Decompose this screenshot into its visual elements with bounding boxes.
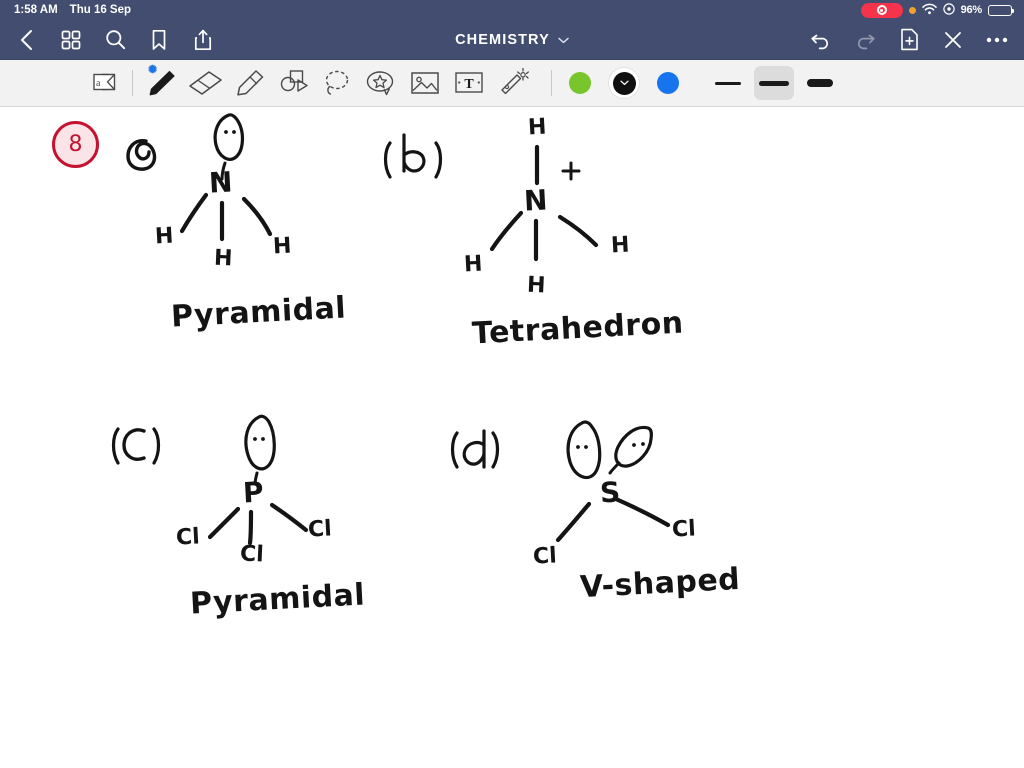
atom-label-b-h-right: H	[610, 232, 631, 259]
atom-label-b-center: N	[523, 183, 549, 218]
grid-icon[interactable]	[58, 27, 84, 53]
nav-bar-right-group	[808, 27, 1010, 53]
page-title[interactable]: CHEMISTRY	[455, 32, 550, 48]
record-ring-icon	[876, 5, 887, 15]
redo-icon[interactable]	[852, 27, 878, 53]
atom-label-a-h3: H	[272, 233, 293, 260]
image-tool[interactable]	[403, 61, 447, 105]
color-black[interactable]	[602, 61, 646, 105]
close-icon[interactable]	[940, 27, 966, 53]
atom-label-b-h-bottom: H	[526, 272, 546, 299]
atom-label-c-cl2: Cl	[239, 541, 265, 568]
eraser-tool[interactable]	[183, 61, 227, 105]
more-icon[interactable]	[984, 27, 1010, 53]
pen-tool[interactable]: ✺	[139, 61, 183, 105]
atom-label-a-h1: H	[154, 223, 175, 250]
chevron-down-icon[interactable]	[558, 31, 569, 49]
atom-label-c-cl3: Cl	[307, 516, 333, 543]
status-bar-left: 1:58 AM Thu 16 Sep	[8, 4, 131, 16]
nav-bar: CHEMISTRY	[0, 20, 1024, 60]
sticker-tool[interactable]	[359, 61, 403, 105]
status-date: Thu 16 Sep	[69, 4, 132, 16]
chevron-down-icon	[619, 80, 629, 86]
add-page-icon[interactable]	[896, 27, 922, 53]
atom-label-d-cl2: Cl	[671, 516, 697, 543]
bookmark-icon[interactable]	[146, 27, 172, 53]
atom-label-b-h-top: H	[527, 114, 548, 141]
drawing-toolbar: a ✺ T	[0, 60, 1024, 107]
undo-icon[interactable]	[808, 27, 834, 53]
shape-label-d: V-shaped	[579, 561, 742, 606]
atom-label-c-center: P	[242, 475, 265, 510]
notes-canvas[interactable]: 8 N H H H Pyramidal H N H H H Tetrahedro…	[0, 107, 1024, 768]
highlighter-tool[interactable]	[227, 61, 271, 105]
back-chevron-icon[interactable]	[14, 27, 40, 53]
stroke-medium[interactable]	[754, 66, 794, 100]
wifi-icon	[921, 3, 937, 18]
atom-label-d-cl1: Cl	[532, 543, 558, 570]
status-bar-right: 96%	[860, 2, 1016, 18]
shape-label-a: Pyramidal	[170, 290, 347, 335]
atom-label-a-center: N	[208, 165, 234, 200]
svg-text:a: a	[96, 78, 101, 89]
search-icon[interactable]	[102, 27, 128, 53]
color-green[interactable]	[558, 61, 602, 105]
bluetooth-icon: ✺	[148, 64, 158, 76]
handwriting-ink-layer	[111, 113, 671, 546]
share-icon[interactable]	[190, 27, 216, 53]
color-black-selected-ring	[609, 68, 639, 98]
battery-icon	[988, 4, 1014, 16]
lasso-tool[interactable]	[315, 61, 359, 105]
stroke-thick[interactable]	[800, 66, 840, 100]
battery-percent-label: 96%	[960, 4, 983, 16]
atom-label-b-h-left: H	[463, 251, 484, 278]
shapes-tool[interactable]	[271, 61, 315, 105]
atom-label-d-center: S	[599, 475, 621, 510]
nav-bar-left-group	[14, 27, 216, 53]
status-time: 1:58 AM	[14, 4, 58, 16]
atom-label-a-h2: H	[213, 245, 233, 272]
magic-wand-tool[interactable]	[491, 61, 535, 105]
notes-app-window: 1:58 AM Thu 16 Sep 96% CHEMISTRY a ✺ T 8…	[0, 0, 1024, 768]
color-blue[interactable]	[646, 61, 690, 105]
stroke-thin[interactable]	[708, 66, 748, 100]
screen-recording-indicator[interactable]	[860, 2, 903, 18]
orange-privacy-dot-icon	[908, 6, 916, 14]
text-box-tool[interactable]: T	[447, 61, 491, 105]
toolbar-separator	[132, 70, 133, 96]
shape-label-c-text: Pyramidal	[189, 577, 366, 622]
page-layers-tool[interactable]: a	[82, 61, 126, 105]
status-bar: 1:58 AM Thu 16 Sep 96%	[0, 0, 1024, 20]
location-icon	[942, 2, 955, 18]
toolbar-separator-colors	[551, 70, 552, 96]
svg-text:T: T	[464, 77, 474, 92]
atom-label-c-cl1: Cl	[175, 524, 201, 551]
